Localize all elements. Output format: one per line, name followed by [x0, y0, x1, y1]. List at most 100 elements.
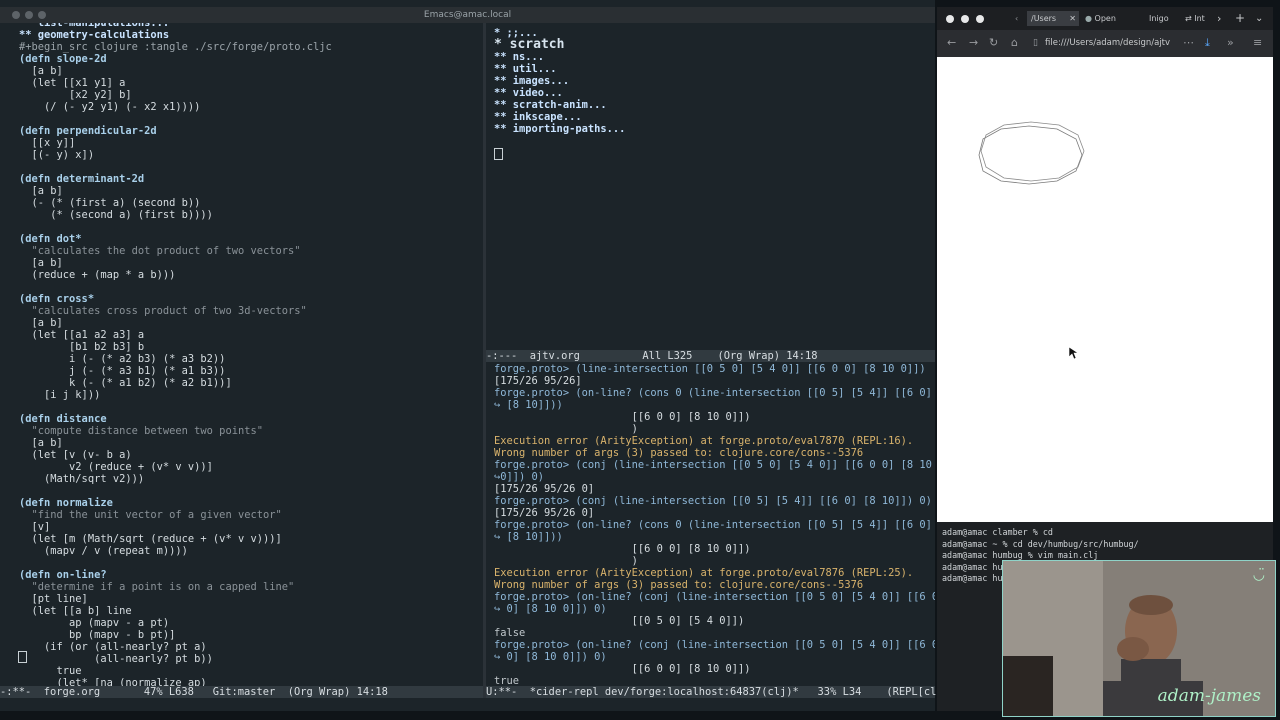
terminal-line: adam@amac clamber % cd: [942, 527, 1053, 537]
forge-org-buffer[interactable]: ** list-manipulations... ** geometry-calc…: [0, 23, 483, 686]
forward-arrow-icon[interactable]: →: [969, 36, 978, 49]
code-line: [a b]: [19, 65, 63, 77]
decagon-outline: [980, 121, 1085, 182]
tab-inigo[interactable]: Inigo: [1149, 11, 1169, 26]
tab-int[interactable]: ⇄ Int: [1185, 11, 1205, 26]
code-line: (defn slope-2d: [19, 53, 107, 65]
org-heading-line: ** util...: [494, 63, 557, 75]
repl-line: forge.proto> (on-line? (cons 0 (line-int…: [494, 387, 935, 399]
repl-line: [[6 0 0] [8 10 0]]): [494, 411, 751, 423]
code-line: true: [19, 665, 82, 677]
repl-line: forge.proto> (on-line? (cons 0 (line-int…: [494, 519, 935, 531]
code-line: v2 (reduce + (v* v v))]: [19, 461, 213, 473]
close-window-icon[interactable]: [946, 15, 954, 23]
org-heading-line: * scratch: [494, 37, 565, 52]
hamburger-icon[interactable]: ≡: [1253, 36, 1262, 49]
home-icon[interactable]: ⌂: [1011, 36, 1018, 49]
zoom-window-icon[interactable]: [976, 15, 984, 23]
repl-line: Execution error (ArityException) at forg…: [494, 567, 914, 579]
code-line: "calculates the dot product of two vecto…: [19, 245, 301, 257]
ajtv-modeline: -:--- ajtv.org All L325 (Org Wrap) 14:18: [486, 350, 935, 362]
repl-line: [175/26 95/26]: [494, 375, 582, 387]
forge-modeline: -:**- forge.org 47% L638 Git:master (Org…: [0, 686, 483, 698]
tab-list-icon[interactable]: ⌄: [1255, 11, 1263, 26]
code-line: #+begin_src clojure :tangle ./src/forge/…: [19, 41, 332, 53]
code-line: (defn cross*: [19, 293, 95, 305]
cider-repl-buffer[interactable]: forge.proto> (line-intersection [[0 5 0]…: [486, 362, 935, 686]
org-heading-line: ** scratch-anim...: [494, 99, 607, 111]
download-icon[interactable]: ⤓: [1205, 36, 1210, 50]
page-actions-icon[interactable]: ⋯: [1181, 36, 1194, 49]
reload-icon[interactable]: ↻: [989, 36, 998, 49]
code-line: [(- y) x]): [19, 149, 95, 161]
code-line: (defn perpendicular-2d: [19, 125, 157, 137]
svg-preview-canvas[interactable]: [937, 57, 1273, 522]
repl-line: forge.proto> (conj (line-intersection [[…: [494, 495, 932, 507]
code-line: (let [m (Math/sqrt (reduce + (v* v v)))]: [19, 533, 282, 545]
text-cursor: [494, 148, 503, 160]
code-line: "determine if a point is on a capped lin…: [19, 581, 295, 593]
code-line: (defn determinant-2d: [19, 173, 145, 185]
code-line: (let [[x1 y1] a: [19, 77, 126, 89]
code-line: "compute distance between two points": [19, 425, 263, 437]
code-line: (let* [na (normalize ap): [19, 677, 207, 686]
new-tab-button[interactable]: +: [1235, 11, 1245, 26]
org-heading-line: ** video...: [494, 87, 563, 99]
repl-line: ↪ 0] [8 10 0]]) 0): [494, 651, 607, 663]
repl-line: ↪ [8 10]])): [494, 531, 563, 543]
overflow-chevron-icon[interactable]: »: [1227, 36, 1234, 49]
code-line: [a b]: [19, 257, 63, 269]
emacs-window: Emacs@amac.local ** list-manipulations..…: [0, 0, 956, 711]
code-line: (reduce + (map * a b))): [19, 269, 176, 281]
code-line: (let [[a b] line: [19, 605, 132, 617]
minimize-window-icon[interactable]: [25, 11, 33, 19]
code-line: "find the unit vector of a given vector": [19, 509, 282, 521]
repl-line: ): [494, 555, 638, 567]
mouse-pointer-icon: [1068, 346, 1079, 360]
code-line: (mapv / v (repeat m)))): [19, 545, 188, 557]
code-line: ** geometry-calculations: [19, 29, 170, 41]
emacs-titlebar: Emacs@amac.local: [0, 7, 935, 23]
webcam-overlay: ◡̈ adam-james: [1002, 560, 1276, 717]
org-heading-line: ** inkscape...: [494, 111, 582, 123]
org-heading-line: ** ns...: [494, 51, 545, 63]
code-line: j (- (* a3 b1) (* a1 b3)): [19, 365, 226, 377]
code-line: (if (or (all-nearly? pt a): [19, 641, 207, 653]
code-line: (* (second a) (first b)))): [19, 209, 213, 221]
back-arrow-icon[interactable]: ←: [947, 36, 956, 49]
tab-open[interactable]: ● Open: [1085, 11, 1116, 26]
code-line: [x2 y2] b]: [19, 89, 132, 101]
repl-line: [175/26 95/26 0]: [494, 483, 595, 495]
minibuffer[interactable]: [0, 698, 935, 711]
code-line: [i j k])): [19, 389, 101, 401]
code-line: [a b]: [19, 185, 63, 197]
minimize-window-icon[interactable]: [961, 15, 969, 23]
preview-drawing: [978, 121, 1085, 360]
repl-line: [[6 0 0] [8 10 0]]): [494, 663, 751, 675]
ajtv-org-buffer[interactable]: * ;;... * scratch ** ns... ** util... ** ima…: [486, 23, 935, 350]
zoom-window-icon[interactable]: [38, 11, 46, 19]
repl-line: forge.proto> (on-line? (conj (line-inter…: [494, 591, 935, 603]
code-line: [pt line]: [19, 593, 88, 605]
browser-tab-strip: ‹ /Users ✕ ● Open Inigo ⇄ Int › + ⌄: [937, 7, 1273, 30]
repl-line: ): [494, 423, 638, 435]
text-cursor: [18, 651, 27, 663]
repl-modeline: U:**- *cider-repl dev/forge:localhost:64…: [486, 686, 956, 698]
repl-line: ↪ [8 10]])): [494, 399, 563, 411]
close-window-icon[interactable]: [12, 11, 20, 19]
tab-users[interactable]: /Users ✕: [1027, 11, 1079, 26]
close-tab-icon[interactable]: ✕: [1069, 11, 1076, 26]
tab-favicon-icon: ⇄: [1185, 14, 1192, 23]
code-line: k (- (* a1 b2) (* a2 b1))]: [19, 377, 232, 389]
tab-scroll-left-icon[interactable]: ‹: [1015, 11, 1018, 26]
browser-window: ‹ /Users ✕ ● Open Inigo ⇄ Int › + ⌄ ← → …: [937, 7, 1273, 522]
repl-line: Wrong number of args (3) passed to: cloj…: [494, 579, 864, 591]
file-page-icon: ▯: [1033, 38, 1038, 48]
terminal-line: adam@amac ~ % cd dev/humbug/src/humbug/: [942, 538, 1139, 549]
tab-scroll-right-icon[interactable]: ›: [1217, 11, 1221, 26]
